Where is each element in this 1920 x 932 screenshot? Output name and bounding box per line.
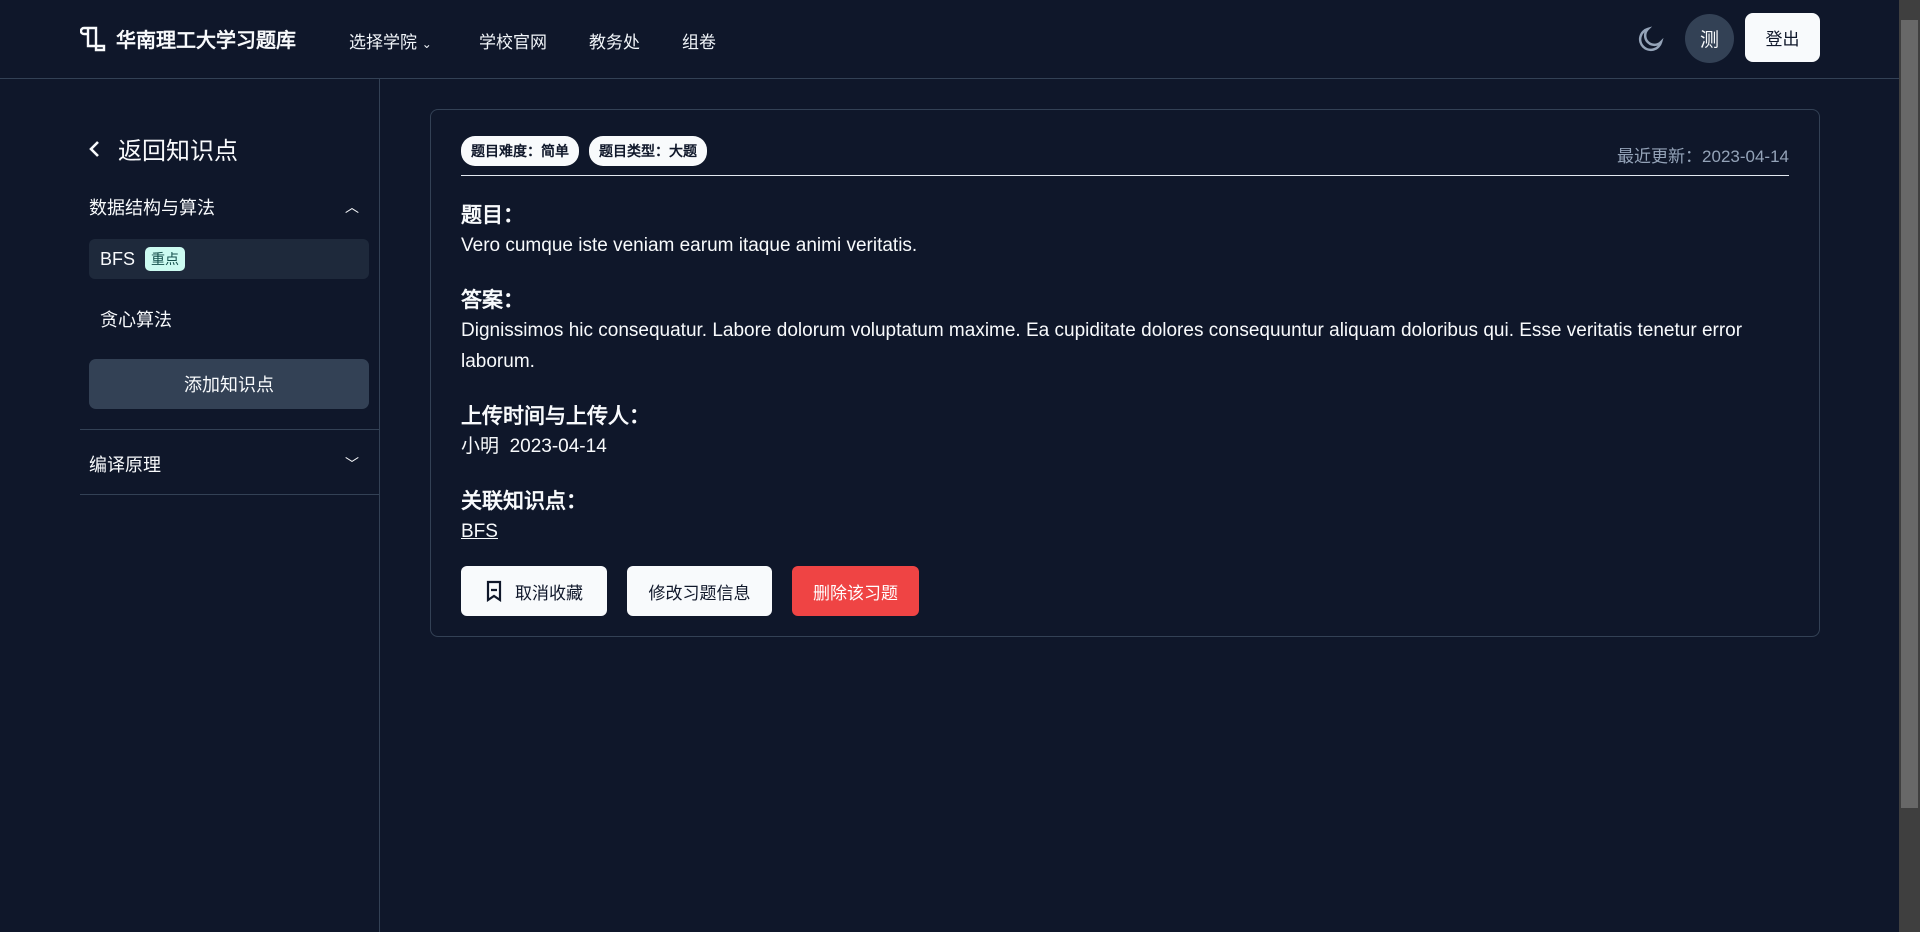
- moon-icon[interactable]: [1636, 24, 1666, 54]
- answer-field: 答案： Dignissimos hic consequatur. Labore …: [461, 287, 1789, 377]
- scrollbar[interactable]: [1899, 0, 1920, 932]
- section-compiler[interactable]: 编译原理 ﹀: [89, 451, 369, 477]
- button-label: 取消收藏: [515, 583, 583, 603]
- nav-label: 选择学院: [349, 33, 417, 52]
- delete-question-button[interactable]: 删除该习题: [792, 566, 919, 616]
- nav-academic-office[interactable]: 教务处: [589, 28, 640, 53]
- item-label: BFS: [100, 248, 136, 269]
- chevron-down-icon: ﹀: [345, 456, 359, 472]
- uploader: 小明: [461, 436, 500, 457]
- back-label: 返回知识点: [118, 138, 238, 165]
- kp-label: 关联知识点：: [461, 490, 587, 513]
- sidebar-item-bfs[interactable]: BFS 重点: [89, 239, 369, 279]
- sidebar-item-greedy[interactable]: 贪心算法: [100, 306, 172, 332]
- add-knowledge-point-button[interactable]: 添加知识点: [89, 359, 369, 409]
- upload-label: 上传时间与上传人：: [461, 405, 650, 428]
- top-navbar: 华南理工大学习题库 选择学院 ⌄ 学校官网 教务处 组卷 测 登出: [0, 0, 1899, 79]
- kp-link[interactable]: BFS: [461, 521, 498, 542]
- nav-compose-paper[interactable]: 组卷: [682, 28, 716, 53]
- avatar[interactable]: 测: [1685, 14, 1734, 63]
- scrollbar-thumb[interactable]: [1901, 20, 1918, 808]
- upload-field: 上传时间与上传人： 小明 2023-04-14: [461, 403, 1789, 462]
- last-updated: 最近更新：2023-04-14: [1617, 147, 1789, 166]
- question-card: 题目难度：简单 题目类型：大题 最近更新：2023-04-14 题目： Vero…: [430, 109, 1820, 637]
- unfavorite-button[interactable]: 取消收藏: [461, 566, 607, 616]
- knowledge-point-field: 关联知识点： BFS: [461, 488, 1789, 547]
- bookmark-icon: [486, 580, 502, 602]
- divider: [461, 175, 1789, 176]
- edit-question-button[interactable]: 修改习题信息: [627, 566, 772, 616]
- section-data-structures[interactable]: 数据结构与算法 ︿: [89, 194, 369, 220]
- scroll-icon: [80, 26, 106, 51]
- site-title: 华南理工大学习题库: [116, 30, 296, 52]
- divider: [80, 494, 380, 495]
- logout-button[interactable]: 登出: [1745, 13, 1820, 62]
- question-field: 题目： Vero cumque iste veniam earum itaque…: [461, 202, 1789, 261]
- question-text: Vero cumque iste veniam earum itaque ani…: [461, 235, 918, 256]
- chevron-left-icon: [89, 140, 99, 157]
- upload-date: 2023-04-14: [509, 436, 607, 457]
- nav-school-site[interactable]: 学校官网: [479, 28, 547, 53]
- back-to-knowledge-points[interactable]: 返回知识点: [86, 131, 238, 166]
- section-title: 数据结构与算法: [89, 198, 215, 218]
- chevron-down-icon: ⌄: [421, 37, 432, 51]
- difficulty-tag: 题目难度：简单: [461, 136, 579, 166]
- logo[interactable]: 华南理工大学习题库: [80, 24, 296, 53]
- nav-select-college[interactable]: 选择学院 ⌄: [349, 28, 432, 53]
- chevron-up-icon: ︿: [345, 199, 359, 215]
- answer-label: 答案：: [461, 289, 524, 312]
- important-badge: 重点: [145, 247, 186, 271]
- question-label: 题目：: [461, 204, 524, 227]
- divider: [80, 429, 380, 430]
- answer-text: Dignissimos hic consequatur. Labore dolo…: [461, 320, 1743, 372]
- type-tag: 题目类型：大题: [589, 136, 707, 166]
- section-title: 编译原理: [89, 455, 161, 475]
